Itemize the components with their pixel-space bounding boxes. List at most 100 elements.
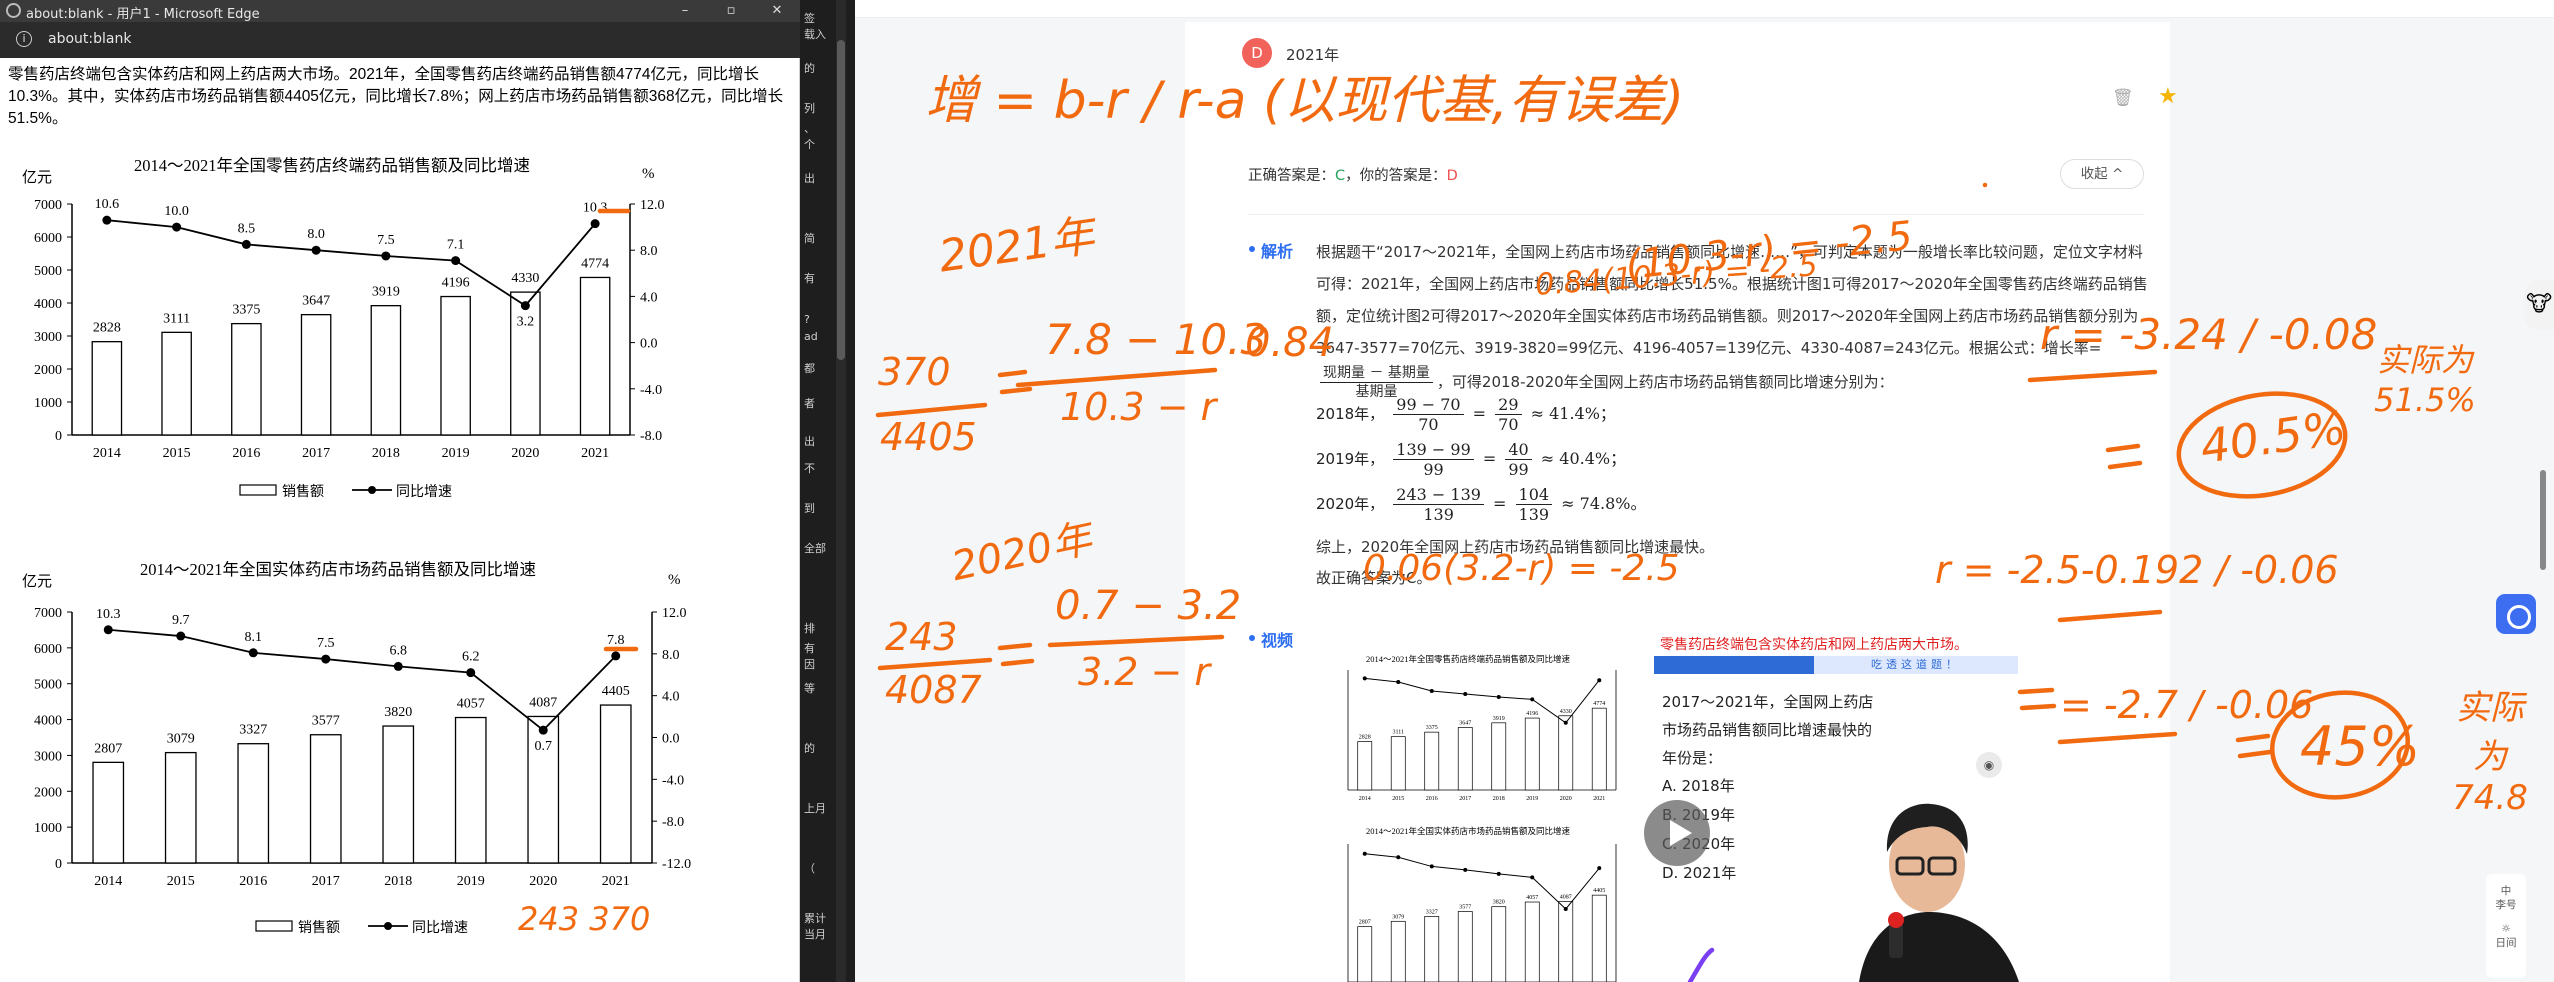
- thumb-point: [1396, 855, 1401, 860]
- assistant-icon[interactable]: [2496, 594, 2536, 634]
- bar-value-label: 3577: [312, 714, 340, 729]
- growth-label: 7.5: [317, 636, 335, 651]
- chart2-svg: 0 1000 2000 3000 4000 5000 6000 7000 12.0 8.0 4.0 0…: [34, 606, 691, 936]
- page-topbar: [855, 0, 2554, 18]
- x-tick-label: 2017: [312, 874, 340, 889]
- thumb-bar-label: 3647: [1459, 720, 1471, 726]
- strip-scroll-thumb[interactable]: [837, 40, 845, 360]
- right-tick-label: 12.0: [662, 606, 687, 621]
- bar: [440, 295, 471, 436]
- growth-point: [172, 222, 182, 232]
- calc-num1: 243 − 139: [1393, 485, 1484, 505]
- left-tick-label: 4000: [34, 297, 62, 312]
- growth-point: [393, 661, 403, 671]
- right-tick-label: 8.0: [640, 244, 658, 259]
- bar-value-label: 3375: [232, 303, 260, 318]
- thumb-point: [1597, 678, 1602, 683]
- background-window-strip: 签 载入的列、 个出简有 ? ad 都者 出不到全部排有 因等的上月（累计 当月: [800, 0, 855, 982]
- passage-text: 零售药店终端包含实体药店和网上药店两大市场。2021年，全国零售药店终端药品销售…: [8, 66, 784, 127]
- ink-eq1-den: 10.3 − r: [1060, 385, 1217, 429]
- font-size-tool[interactable]: 中 李号: [2486, 884, 2526, 912]
- left-tick-label: 6000: [34, 642, 62, 657]
- left-tick-label: 2000: [34, 363, 62, 378]
- right-tick-label: -12.0: [662, 857, 691, 872]
- page-scroll-thumb[interactable]: [2540, 470, 2546, 570]
- day-mode-tool[interactable]: ☼ 日间: [2486, 922, 2526, 950]
- thumb-bar: [1424, 731, 1440, 791]
- calc-num2: 104: [1515, 485, 1553, 505]
- video-player[interactable]: 2014～2021年全国零售药店终端药品销售额及同比增速 2014～2021年全…: [1316, 622, 2036, 982]
- screen: about:blank - 用户1 - Microsoft Edge – ▫ ✕…: [0, 0, 2554, 982]
- bar: [161, 331, 192, 436]
- collapse-button[interactable]: 收起 ^: [2060, 159, 2144, 189]
- mascot-icon[interactable]: 🐮: [2524, 280, 2554, 330]
- ink-r1: r = -3.24 / -0.08: [2040, 310, 2378, 359]
- thumb-point: [1496, 695, 1501, 699]
- growth-point: [466, 668, 476, 678]
- edge-logo-icon: [6, 3, 21, 18]
- growth-point: [311, 245, 321, 255]
- bar-value-label: 2807: [94, 741, 122, 756]
- thumb-bar-label: 4330: [1560, 709, 1572, 715]
- x-tick-label: 2017: [302, 446, 330, 461]
- ink-eq2-num: 0.7 − 3.2: [1055, 583, 1242, 629]
- legend-bar-label: 销售额: [298, 920, 340, 936]
- thumb-bar-label: 3327: [1426, 909, 1438, 915]
- thumb-bar: [1390, 736, 1406, 791]
- thumb-bar: [1591, 707, 1607, 791]
- growth-label: 10.3: [583, 201, 608, 216]
- ink-formula: 增 = b-r / r-a (以现代基,有误差): [925, 71, 1685, 131]
- growth-point: [538, 725, 548, 735]
- calc-den2: 70: [1498, 415, 1519, 434]
- calc-row: 2020年， 243 − 139 139 = 104 139 ≈ 74.8%。: [1316, 485, 1647, 524]
- x-tick-label: 2016: [232, 446, 260, 461]
- ink-chart-note: 243 370: [518, 900, 651, 938]
- thumb-bar: [1357, 741, 1373, 791]
- info-icon[interactable]: i: [16, 31, 32, 47]
- your-answer: D: [1446, 168, 1458, 184]
- ink-frac2-num: 243: [885, 615, 958, 659]
- thumb-x-label: 2019: [1526, 796, 1538, 802]
- edge-window: about:blank - 用户1 - Microsoft Edge – ▫ ✕…: [0, 0, 800, 982]
- calc-den1: 99: [1423, 460, 1444, 479]
- x-tick-label: 2019: [457, 874, 485, 889]
- x-tick-label: 2014: [93, 446, 121, 461]
- analysis-bullet: [1249, 246, 1255, 252]
- thumb-bar: [1424, 916, 1440, 982]
- x-tick-label: 2020: [529, 874, 557, 889]
- bar: [92, 761, 125, 864]
- close-button[interactable]: ✕: [754, 0, 800, 22]
- growth-point: [451, 256, 461, 266]
- growth-label: 8.5: [238, 221, 256, 236]
- bar-value-label: 3079: [167, 732, 195, 747]
- ink-real1: 实际为 51.5%: [2374, 341, 2476, 419]
- minimize-button[interactable]: –: [662, 0, 708, 22]
- left-tick-label: 0: [55, 429, 62, 444]
- address-bar[interactable]: i about:blank: [0, 22, 800, 58]
- address-url[interactable]: about:blank: [48, 31, 131, 47]
- correct-answer: C: [1335, 168, 1346, 184]
- left-tick-label: 5000: [34, 264, 62, 279]
- ink-real2: 实际为 74.8: [2452, 688, 2528, 818]
- thumb-point: [1496, 871, 1501, 876]
- thumb-bar: [1558, 715, 1574, 791]
- calc-den1: 139: [1423, 505, 1454, 524]
- calc-num2: 40: [1505, 440, 1532, 460]
- calc-year: 2018年，: [1316, 405, 1385, 423]
- bar-value-label: 4087: [529, 695, 557, 710]
- growth-label: 10.6: [95, 197, 120, 212]
- star-icon[interactable]: ★: [2158, 84, 2178, 109]
- growth-point: [321, 654, 331, 664]
- thumb-bar: [1457, 911, 1473, 982]
- window-title: about:blank - 用户1 - Microsoft Edge: [26, 7, 260, 22]
- growth-label: 9.7: [172, 613, 190, 628]
- bar-value-label: 3111: [163, 311, 190, 326]
- calc-row: 2018年， 99 − 70 70 = 29 70 ≈ 41.4%；: [1316, 395, 1616, 434]
- play-icon[interactable]: [1644, 800, 1710, 866]
- growth-point: [248, 648, 258, 658]
- restore-button[interactable]: ▫: [708, 0, 754, 22]
- calc-row: 2019年， 139 − 99 99 = 40 99 ≈ 40.4%；: [1316, 440, 1627, 479]
- growth-point: [103, 625, 113, 635]
- calc-num2: 29: [1495, 395, 1522, 415]
- trash-icon[interactable]: 🗑: [2112, 88, 2134, 108]
